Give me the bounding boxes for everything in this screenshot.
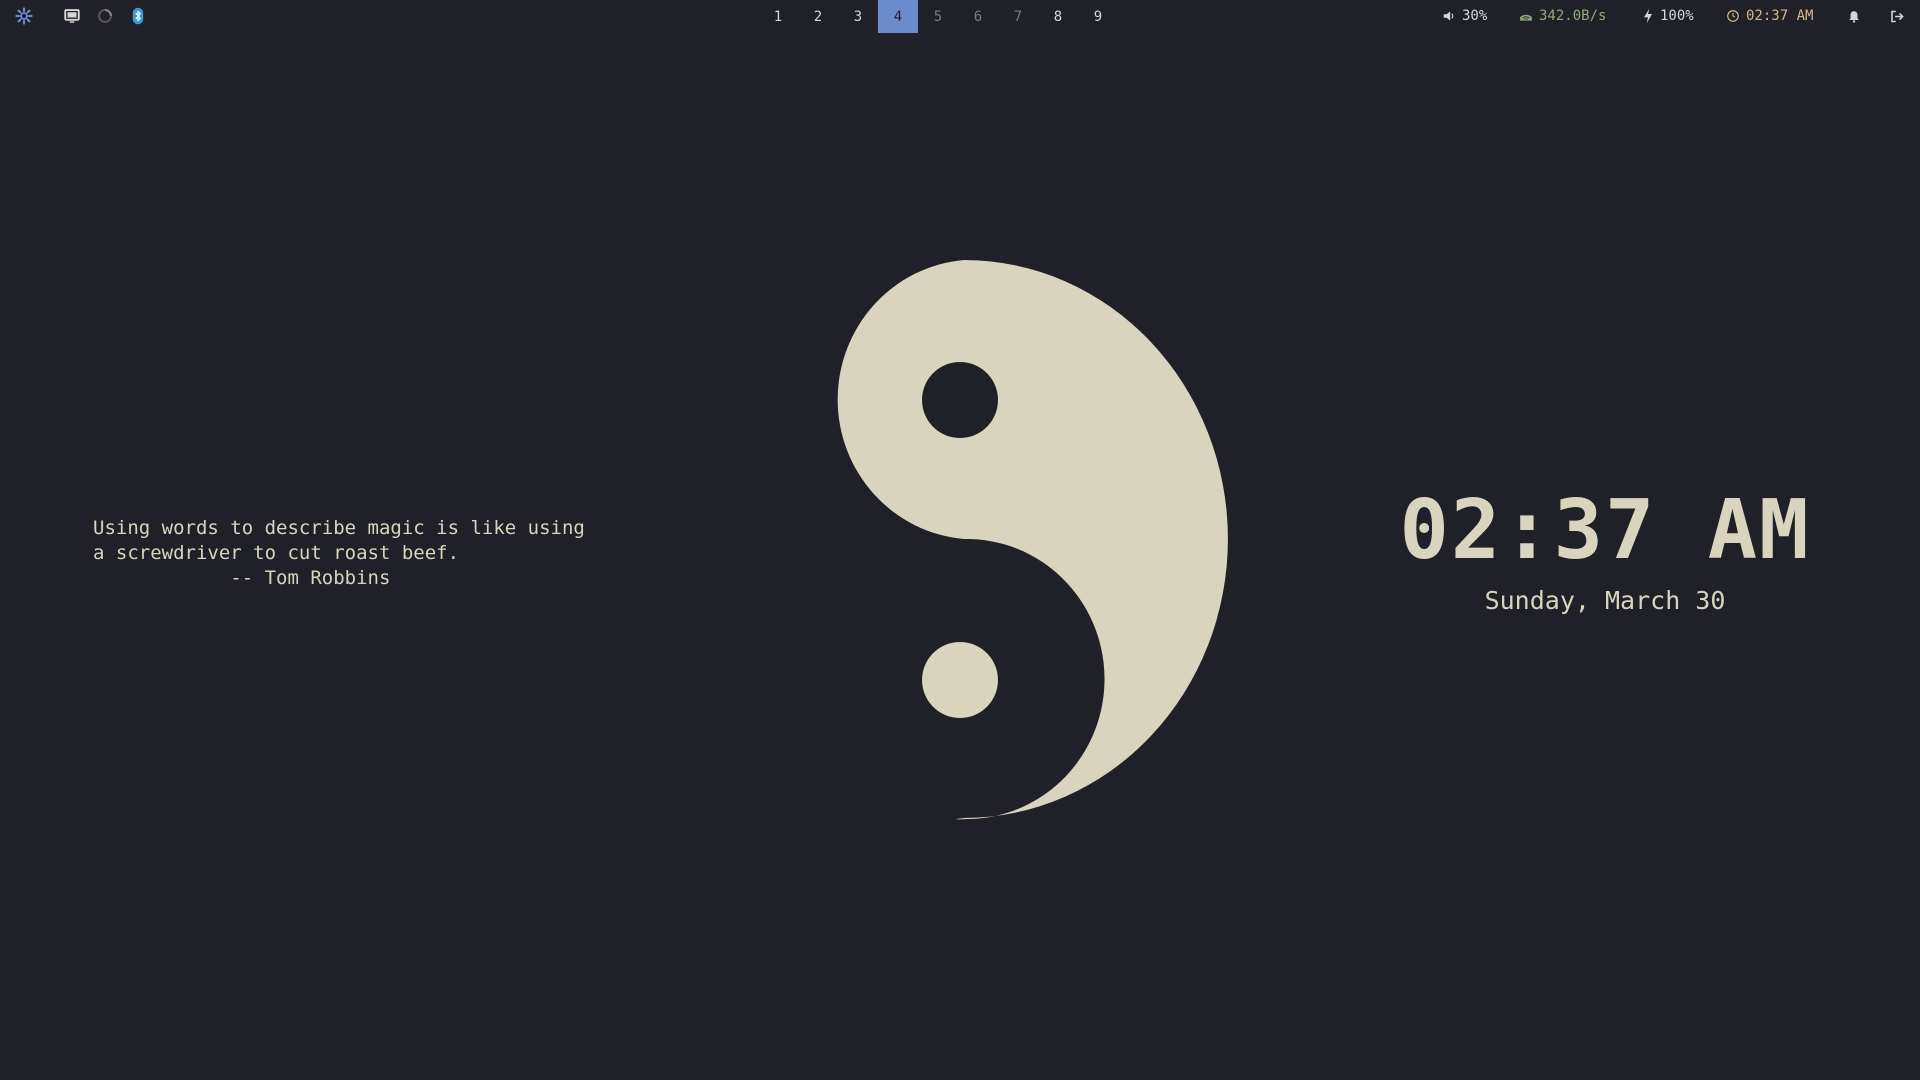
bell-icon: [1849, 10, 1859, 23]
volume-widget[interactable]: 30%: [1442, 0, 1487, 32]
volume-icon: [1443, 11, 1454, 21]
workspace-3[interactable]: 3: [838, 0, 878, 33]
desktop-clock-date: Sunday, March 30: [1484, 586, 1726, 615]
battery-widget[interactable]: 100%: [1642, 0, 1694, 32]
battery-label: 100%: [1660, 8, 1694, 24]
quote-widget: Using words to describe magic is like us…: [93, 516, 585, 591]
settings-icon[interactable]: [14, 6, 34, 26]
wifi-icon: [1520, 14, 1532, 21]
bluetooth-icon[interactable]: [128, 6, 148, 26]
logout-icon: [1891, 10, 1904, 22]
desktop-clock-time: 02:37 AM: [1399, 483, 1811, 578]
clock-label: 02:37 AM: [1746, 8, 1814, 24]
workspace-9[interactable]: 9: [1078, 0, 1118, 33]
workspace-2[interactable]: 2: [798, 0, 838, 33]
workspace-4[interactable]: 4: [878, 0, 918, 33]
top-bar: 1 2 3 4 5 6 7 8 9 30% 342.0B/s 100% 02:3…: [0, 0, 1920, 33]
display-icon[interactable]: [62, 6, 82, 26]
desktop-clock: 02:37 AM Sunday, March 30: [1380, 476, 1830, 615]
network-speed-label: 342.0B/s: [1539, 8, 1607, 24]
notification-button[interactable]: [1847, 0, 1867, 32]
workspace-switcher: 1 2 3 4 5 6 7 8 9: [758, 0, 1118, 33]
network-widget[interactable]: 342.0B/s: [1519, 0, 1606, 32]
vpn-icon[interactable]: [95, 6, 115, 26]
quote-line-2: a screwdriver to cut roast beef.: [93, 542, 460, 564]
workspace-1[interactable]: 1: [758, 0, 798, 33]
clock-icon: [1727, 10, 1739, 22]
quote-line-1: Using words to describe magic is like us…: [93, 517, 585, 539]
yin-yang-logo: [837, 260, 1228, 820]
workspace-7[interactable]: 7: [998, 0, 1038, 33]
workspace-6[interactable]: 6: [958, 0, 998, 33]
quote-author: -- Tom Robbins: [93, 567, 391, 589]
workspace-5[interactable]: 5: [918, 0, 958, 33]
workspace-8[interactable]: 8: [1038, 0, 1078, 33]
lightning-icon: [1644, 8, 1652, 24]
volume-label: 30%: [1462, 8, 1488, 24]
clock-widget[interactable]: 02:37 AM: [1726, 0, 1813, 32]
logout-button[interactable]: [1889, 0, 1911, 32]
